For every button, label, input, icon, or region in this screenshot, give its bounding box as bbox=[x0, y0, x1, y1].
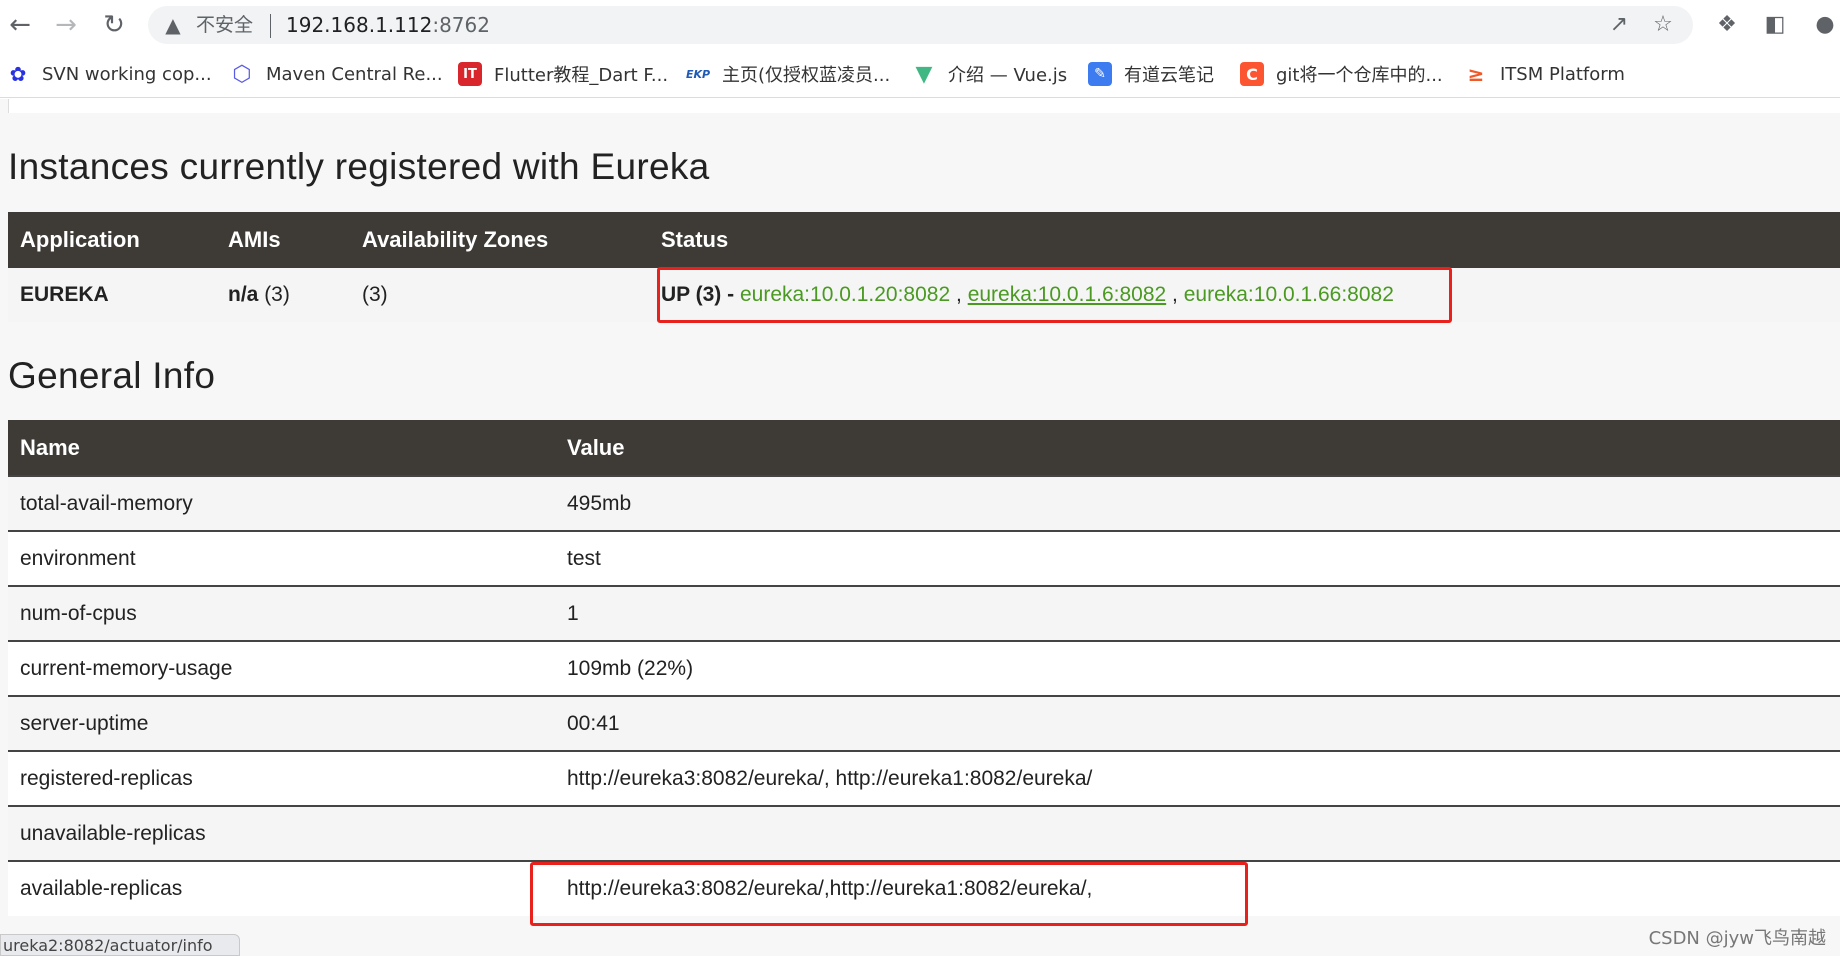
hexagon-icon: ⬡ bbox=[230, 62, 254, 87]
bookmark-ekp[interactable]: EKP 主页(仅授权蓝凌员... bbox=[686, 60, 890, 88]
bookmark-maven[interactable]: ⬡ Maven Central Re... bbox=[230, 60, 443, 88]
info-name: available-replicas bbox=[8, 860, 555, 916]
insecure-label: 不安全 bbox=[196, 14, 254, 36]
col-application: Application bbox=[8, 212, 216, 268]
col-name: Name bbox=[8, 420, 555, 476]
address-divider bbox=[270, 14, 271, 38]
link-separator: , bbox=[1172, 283, 1178, 306]
status-cell: UP (3) - eureka:10.0.1.20:8082 , eureka:… bbox=[649, 268, 1840, 322]
bookmark-svn[interactable]: ✿ SVN working cop... bbox=[6, 60, 212, 88]
info-value: 1 bbox=[555, 585, 1840, 641]
zones-cell: (3) bbox=[350, 268, 649, 322]
link-status-bar: ureka2:8082/actuator/info bbox=[0, 934, 240, 956]
warning-triangle-icon: ▲ bbox=[165, 13, 181, 37]
col-amis: AMIs bbox=[216, 212, 350, 268]
info-row: current-memory-usage 109mb (22%) bbox=[8, 640, 1840, 696]
forward-arrow-icon[interactable]: → bbox=[48, 8, 84, 42]
info-value: test bbox=[555, 530, 1840, 586]
bookmark-itsm[interactable]: ≥ ITSM Platform bbox=[1464, 60, 1625, 88]
instance-link[interactable]: eureka:10.0.1.66:8082 bbox=[1184, 283, 1394, 306]
info-name: unavailable-replicas bbox=[8, 805, 555, 861]
instance-link[interactable]: eureka:10.0.1.6:8082 bbox=[968, 283, 1167, 306]
col-value: Value bbox=[555, 420, 1840, 476]
bookmark-label: ITSM Platform bbox=[1500, 63, 1625, 85]
general-info-heading: General Info bbox=[8, 355, 216, 396]
reload-icon[interactable]: ↻ bbox=[96, 8, 132, 42]
it-logo-icon: IT bbox=[458, 62, 482, 86]
general-header-row: Name Value bbox=[8, 420, 1840, 476]
page-content: Instances currently registered with Eure… bbox=[0, 99, 1840, 956]
amis-cell: n/a (3) bbox=[216, 268, 350, 322]
star-icon[interactable]: ☆ bbox=[1649, 11, 1677, 39]
bookmark-youdao[interactable]: ✎ 有道云笔记 bbox=[1088, 60, 1214, 88]
bookmarks-bar: ✿ SVN working cop... ⬡ Maven Central Re.… bbox=[0, 50, 1840, 98]
url-port: :8762 bbox=[432, 13, 490, 37]
bookmark-label: Maven Central Re... bbox=[266, 63, 443, 85]
bookmark-label: git将一个仓库中的... bbox=[1276, 65, 1443, 86]
info-row: available-replicas http://eureka3:8082/e… bbox=[8, 860, 1840, 916]
col-status: Status bbox=[649, 212, 1840, 268]
info-value: 109mb (22%) bbox=[555, 640, 1840, 696]
csdn-icon: C bbox=[1240, 62, 1264, 86]
bookmark-label: 有道云笔记 bbox=[1124, 65, 1214, 86]
col-availability-zones: Availability Zones bbox=[350, 212, 649, 268]
info-name: num-of-cpus bbox=[8, 585, 555, 641]
back-arrow-icon[interactable]: ← bbox=[2, 8, 38, 42]
info-row: server-uptime 00:41 bbox=[8, 695, 1840, 751]
side-panel-icon[interactable]: ◧ bbox=[1760, 10, 1790, 40]
instances-header-row: Application AMIs Availability Zones Stat… bbox=[8, 212, 1840, 268]
info-name: server-uptime bbox=[8, 695, 555, 751]
browser-toolbar: ← → ↻ ▲ 不安全 192.168.1.112:8762 ↗ ☆ ❖ ◧ ● bbox=[0, 0, 1840, 50]
application-name: EUREKA bbox=[8, 268, 216, 322]
address-bar[interactable]: ▲ 不安全 192.168.1.112:8762 ↗ ☆ bbox=[148, 6, 1693, 44]
csdn-watermark: CSDN @jyw飞鸟南越 bbox=[1648, 928, 1826, 949]
share-icon[interactable]: ↗ bbox=[1605, 11, 1633, 39]
amis-value: n/a bbox=[228, 283, 259, 306]
amis-count: (3) bbox=[264, 283, 290, 306]
url-host: 192.168.1.112 bbox=[286, 13, 433, 37]
info-name: current-memory-usage bbox=[8, 640, 555, 696]
info-row: total-avail-memory 495mb bbox=[8, 475, 1840, 531]
profile-avatar-icon[interactable]: ● bbox=[1810, 10, 1840, 40]
info-row: environment test bbox=[8, 530, 1840, 586]
youdao-icon: ✎ bbox=[1088, 62, 1112, 86]
bookmark-label: 介绍 — Vue.js bbox=[948, 65, 1068, 86]
instances-table: Application AMIs Availability Zones Stat… bbox=[8, 212, 1840, 322]
bookmark-flutter[interactable]: IT Flutter教程_Dart F... bbox=[458, 60, 668, 88]
general-info-table: Name Value total-avail-memory 495mb envi… bbox=[8, 420, 1840, 916]
extensions-puzzle-icon[interactable]: ❖ bbox=[1712, 10, 1742, 40]
info-value: 00:41 bbox=[555, 695, 1840, 751]
bookmark-git[interactable]: C git将一个仓库中的... bbox=[1240, 60, 1443, 88]
instance-row: EUREKA n/a (3) (3) UP (3) - eureka:10.0.… bbox=[8, 268, 1840, 322]
info-row: num-of-cpus 1 bbox=[8, 585, 1840, 641]
info-name: environment bbox=[8, 530, 555, 586]
info-value: 495mb bbox=[555, 475, 1840, 531]
instances-heading: Instances currently registered with Eure… bbox=[8, 146, 710, 187]
top-divider bbox=[8, 99, 1840, 113]
link-separator: , bbox=[956, 283, 962, 306]
info-name: registered-replicas bbox=[8, 750, 555, 806]
info-row: registered-replicas http://eureka3:8082/… bbox=[8, 750, 1840, 806]
bookmark-vue[interactable]: ▼ 介绍 — Vue.js bbox=[912, 60, 1067, 88]
vue-icon: ▼ bbox=[912, 62, 936, 87]
bookmark-label: SVN working cop... bbox=[42, 63, 212, 85]
itsm-icon: ≥ bbox=[1464, 62, 1488, 86]
info-row: unavailable-replicas bbox=[8, 805, 1840, 861]
url-text[interactable]: 192.168.1.112:8762 bbox=[286, 14, 490, 36]
bookmark-label: 主页(仅授权蓝凌员... bbox=[722, 65, 891, 86]
baidu-icon: ✿ bbox=[6, 62, 30, 86]
ekp-icon: EKP bbox=[686, 62, 710, 86]
info-name: total-avail-memory bbox=[8, 475, 555, 531]
info-value bbox=[555, 805, 1840, 861]
instance-link[interactable]: eureka:10.0.1.20:8082 bbox=[740, 283, 950, 306]
bookmark-label: Flutter教程_Dart F... bbox=[494, 65, 669, 86]
info-value: http://eureka3:8082/eureka/,http://eurek… bbox=[555, 860, 1840, 916]
status-prefix: UP (3) - bbox=[661, 283, 735, 306]
info-value: http://eureka3:8082/eureka/, http://eure… bbox=[555, 750, 1840, 806]
